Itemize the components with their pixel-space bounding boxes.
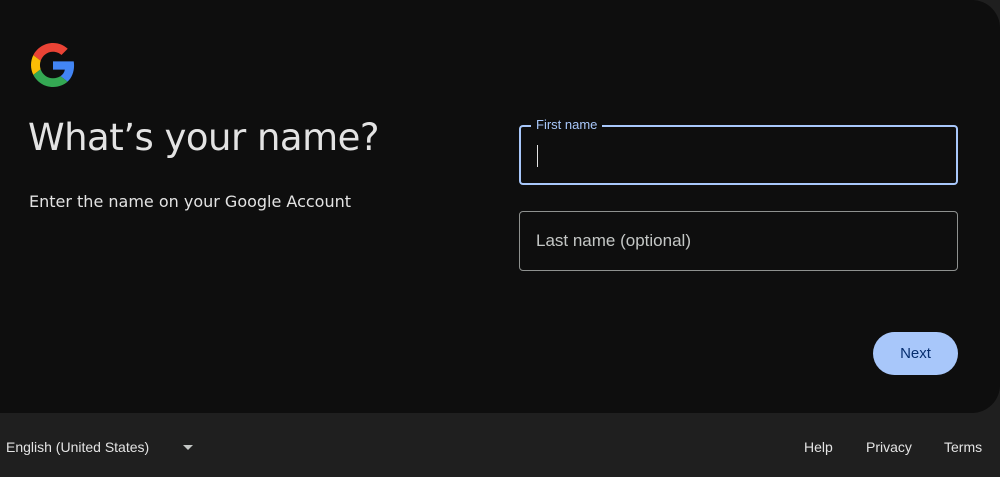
privacy-link[interactable]: Privacy [866, 439, 912, 455]
caret-down-icon [183, 444, 194, 450]
page-title: What’s your name? [28, 116, 380, 159]
help-link[interactable]: Help [804, 439, 833, 455]
google-g-icon [31, 43, 75, 87]
last-name-input[interactable] [520, 212, 957, 270]
language-selector[interactable]: English (United States) [6, 439, 194, 455]
last-name-field[interactable] [519, 211, 958, 271]
first-name-field[interactable]: First name [519, 117, 958, 185]
signup-card: What’s your name? Enter the name on your… [0, 0, 1000, 413]
first-name-input[interactable] [521, 127, 956, 183]
terms-link[interactable]: Terms [944, 439, 982, 455]
text-caret [537, 145, 538, 167]
language-label: English (United States) [6, 439, 150, 455]
footer: English (United States) Help Privacy Ter… [0, 413, 1000, 477]
page-subtitle: Enter the name on your Google Account [29, 192, 352, 211]
next-button[interactable]: Next [873, 332, 958, 375]
